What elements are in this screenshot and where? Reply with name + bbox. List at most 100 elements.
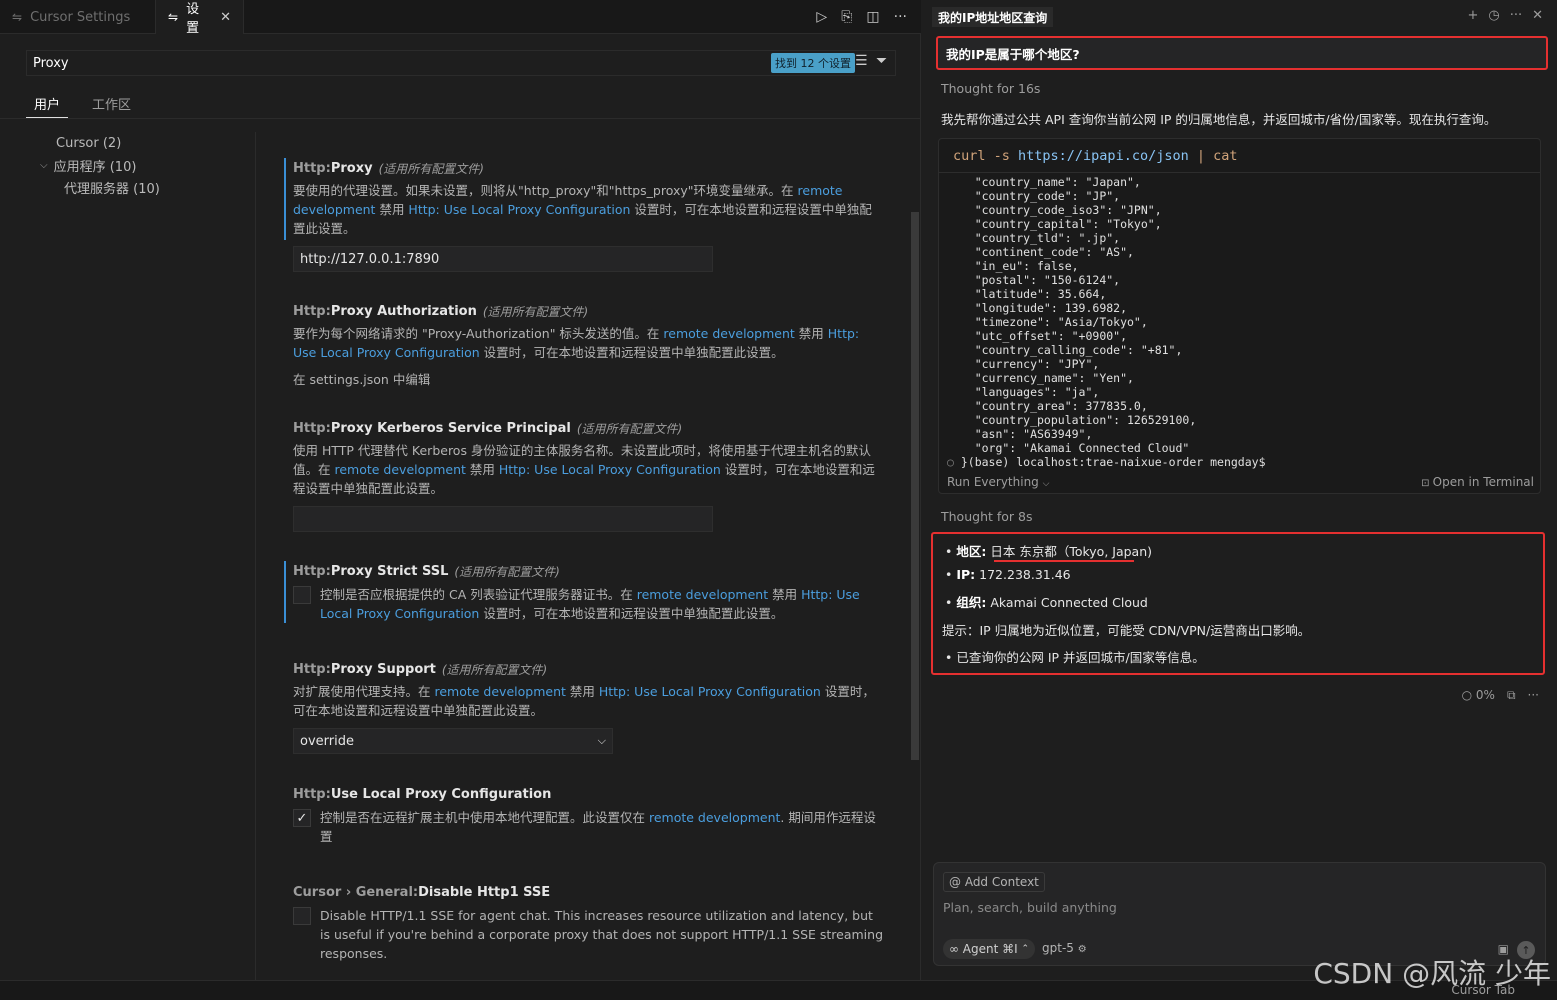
setting-name: Proxy	[330, 160, 373, 176]
setting-use-local-proxy: Http: Use Local Proxy Configuration ✓ 控制…	[293, 784, 883, 846]
run-everything-dropdown[interactable]: Run Everything ⌵	[947, 475, 1049, 489]
setting-scope: (适用所有配置文件)	[482, 304, 589, 319]
remote-development-link[interactable]: remote development	[663, 326, 794, 341]
run-label: Run Everything	[947, 475, 1039, 489]
chat-input[interactable]: Plan, search, build anything	[943, 900, 1117, 915]
edit-in-settings-json-link[interactable]: 在 settings.json 中编辑	[293, 370, 883, 389]
chat-header-actions: + ◷ ··· ✕	[1467, 8, 1543, 23]
org-label: 组织:	[956, 595, 987, 610]
setting-title: Http: Proxy (适用所有配置文件)	[293, 158, 883, 178]
setting-name: Use Local Proxy Configuration	[330, 786, 552, 802]
desc-text: 禁用	[375, 202, 409, 217]
desc-text: 控制是否在远程扩展主机中使用本地代理配置。此设置仅在	[320, 810, 649, 825]
summary-text: 已查询你的公网 IP 并返回城市/国家等信息。	[956, 650, 1205, 665]
user-message[interactable]: 我的IP是属于哪个地区?	[936, 36, 1548, 70]
remote-development-link[interactable]: remote development	[334, 462, 465, 477]
command-text: curl -s	[953, 147, 1019, 164]
tab-user[interactable]: 用户	[26, 90, 69, 118]
setting-title: Cursor › General: Disable Http1 SSE	[293, 882, 883, 902]
desc-text: 禁用	[794, 326, 828, 341]
open-json-icon[interactable]: ⎘	[841, 9, 852, 25]
open-terminal-label: Open in Terminal	[1432, 475, 1534, 489]
tab-label: 设置	[186, 2, 200, 36]
kerberos-input[interactable]	[293, 506, 713, 532]
use-local-proxy-link[interactable]: Http: Use Local Proxy Configuration	[499, 462, 721, 477]
progress-indicator: ○ 0%	[1461, 688, 1495, 702]
setting-category: Http:	[293, 786, 331, 802]
chevron-down-icon: ⌵	[597, 734, 606, 747]
chevron-up-icon: ⌃	[1021, 944, 1030, 954]
proxy-support-select[interactable]: override ⌵	[293, 728, 613, 754]
chat-title[interactable]: 我的IP地址地区查询	[932, 7, 1054, 27]
open-in-terminal-button[interactable]: ⊡ Open in Terminal	[1421, 475, 1534, 489]
disable-sse-checkbox[interactable]	[293, 907, 311, 925]
clear-filter-icon[interactable]: ☰	[855, 53, 868, 69]
remote-development-link[interactable]: remote development	[649, 810, 780, 825]
setting-description: 控制是否应根据提供的 CA 列表验证代理服务器证书。在 remote devel…	[320, 585, 883, 623]
toc-item-cursor[interactable]: Cursor (2)	[0, 132, 255, 154]
split-editor-icon[interactable]: ◫	[866, 9, 879, 25]
setting-category: Http:	[293, 661, 331, 677]
more-icon[interactable]: ···	[894, 9, 907, 25]
remote-development-link[interactable]: remote development	[637, 587, 768, 602]
chevron-down-icon: ⌵	[40, 159, 48, 171]
proxy-input[interactable]: http://127.0.0.1:7890	[293, 246, 713, 272]
tip-text: 提示：IP 归属地为近似位置，可能受 CDN/VPN/运营商出口影响。	[942, 623, 1311, 638]
scrollbar[interactable]	[911, 212, 919, 760]
checkbox-row: Disable HTTP/1.1 SSE for agent chat. Thi…	[293, 906, 883, 963]
history-icon[interactable]: ◷	[1488, 8, 1499, 23]
setting-category: Http:	[293, 563, 331, 579]
setting-category: Cursor › General:	[293, 884, 419, 900]
setting-category: Http:	[293, 160, 331, 176]
tab-workspace[interactable]: 工作区	[84, 90, 139, 118]
use-local-proxy-link[interactable]: Http: Use Local Proxy Configuration	[599, 684, 821, 699]
strict-ssl-checkbox[interactable]	[293, 586, 311, 604]
add-context-button[interactable]: @ Add Context	[943, 872, 1045, 892]
plus-icon[interactable]: +	[1467, 8, 1478, 23]
setting-title: Http: Use Local Proxy Configuration	[293, 784, 883, 804]
setting-disable-http1-sse: Cursor › General: Disable Http1 SSE Disa…	[293, 882, 883, 963]
setting-title: Http: Proxy Kerberos Service Principal (…	[293, 418, 883, 438]
remote-development-link[interactable]: remote development	[434, 684, 565, 699]
toc-item-application[interactable]: ⌵ 应用程序 (10)	[0, 154, 255, 176]
settings-search-input[interactable]: Proxy	[26, 50, 896, 76]
tab-cursor-settings[interactable]: ⇋ Cursor Settings	[0, 0, 156, 34]
use-local-proxy-link[interactable]: Http: Use Local Proxy Configuration	[408, 202, 630, 217]
filter-icon[interactable]: ⏷	[876, 53, 887, 69]
close-icon[interactable]: ✕	[1532, 8, 1543, 23]
thought-indicator[interactable]: Thought for 16s	[941, 81, 1040, 96]
close-icon[interactable]: ✕	[220, 10, 231, 25]
use-local-proxy-checkbox[interactable]: ✓	[293, 809, 311, 827]
tab-settings[interactable]: ⇋ 设置 ✕	[156, 0, 244, 36]
list-item: • 地区: 日本 东京都（Tokyo, Japan)	[945, 544, 1153, 559]
toc-label: 应用程序 (10)	[53, 159, 137, 175]
thought-indicator[interactable]: Thought for 8s	[941, 509, 1033, 524]
more-icon[interactable]: ···	[1510, 8, 1522, 23]
chat-composer: @ Add Context Plan, search, build anythi…	[933, 862, 1546, 966]
setting-scope: (适用所有配置文件)	[454, 564, 560, 579]
assistant-message: 我先帮你通过公共 API 查询你当前公网 IP 的归属地信息，并返回城市/省份/…	[941, 112, 1497, 127]
setting-description: 要使用的代理设置。如果未设置，则将从"http_proxy"和"https_pr…	[293, 181, 883, 238]
focus-indicator	[284, 158, 286, 240]
more-icon[interactable]: ···	[1528, 688, 1539, 703]
model-selector[interactable]: gpt-5 ⚙	[1042, 941, 1087, 955]
copy-icon[interactable]: ⧉	[1507, 688, 1516, 703]
setting-name: Proxy Strict SSL	[330, 563, 449, 579]
run-icon[interactable]: ▷	[816, 9, 827, 25]
region-label: 地区:	[956, 544, 987, 559]
setting-name: Proxy Support	[330, 661, 436, 677]
chevron-down-icon: ⌵	[1042, 479, 1050, 489]
settings-icon: ⇋	[168, 10, 179, 24]
ip-label: IP:	[956, 567, 976, 582]
list-item: • 已查询你的公网 IP 并返回城市/国家等信息。	[945, 650, 1205, 665]
checkbox-row: 控制是否应根据提供的 CA 列表验证代理服务器证书。在 remote devel…	[293, 585, 883, 623]
editor-actions: ▷ ⎘ ◫ ···	[816, 0, 907, 34]
agent-mode-button[interactable]: ∞ Agent ⌘I ⌃	[943, 939, 1036, 959]
setting-title: Http: Proxy Strict SSL (适用所有配置文件)	[293, 561, 883, 581]
tab-label: Cursor Settings	[30, 9, 131, 25]
answer-block: • 地区: 日本 东京都（Tokyo, Japan) • IP: 172.238…	[931, 532, 1545, 675]
desc-text: 要使用的代理设置。如果未设置，则将从"http_proxy"和"https_pr…	[293, 183, 798, 198]
toc-item-proxy[interactable]: 代理服务器 (10)	[0, 176, 255, 198]
settings-editor: ⇋ Cursor Settings ⇋ 设置 ✕ ▷ ⎘ ◫ ··· Proxy…	[0, 0, 921, 980]
desc-text: 对扩展使用代理支持。在	[293, 684, 435, 699]
